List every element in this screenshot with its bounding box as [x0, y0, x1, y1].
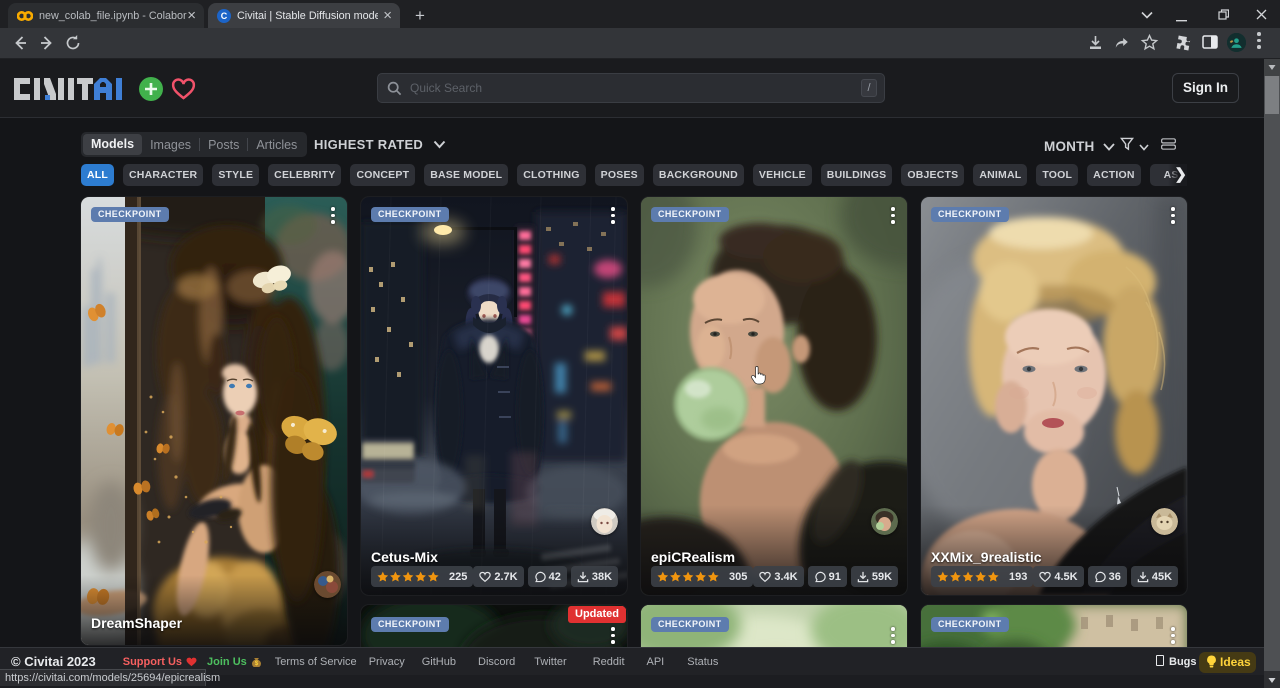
svg-text:C: C: [221, 11, 228, 21]
